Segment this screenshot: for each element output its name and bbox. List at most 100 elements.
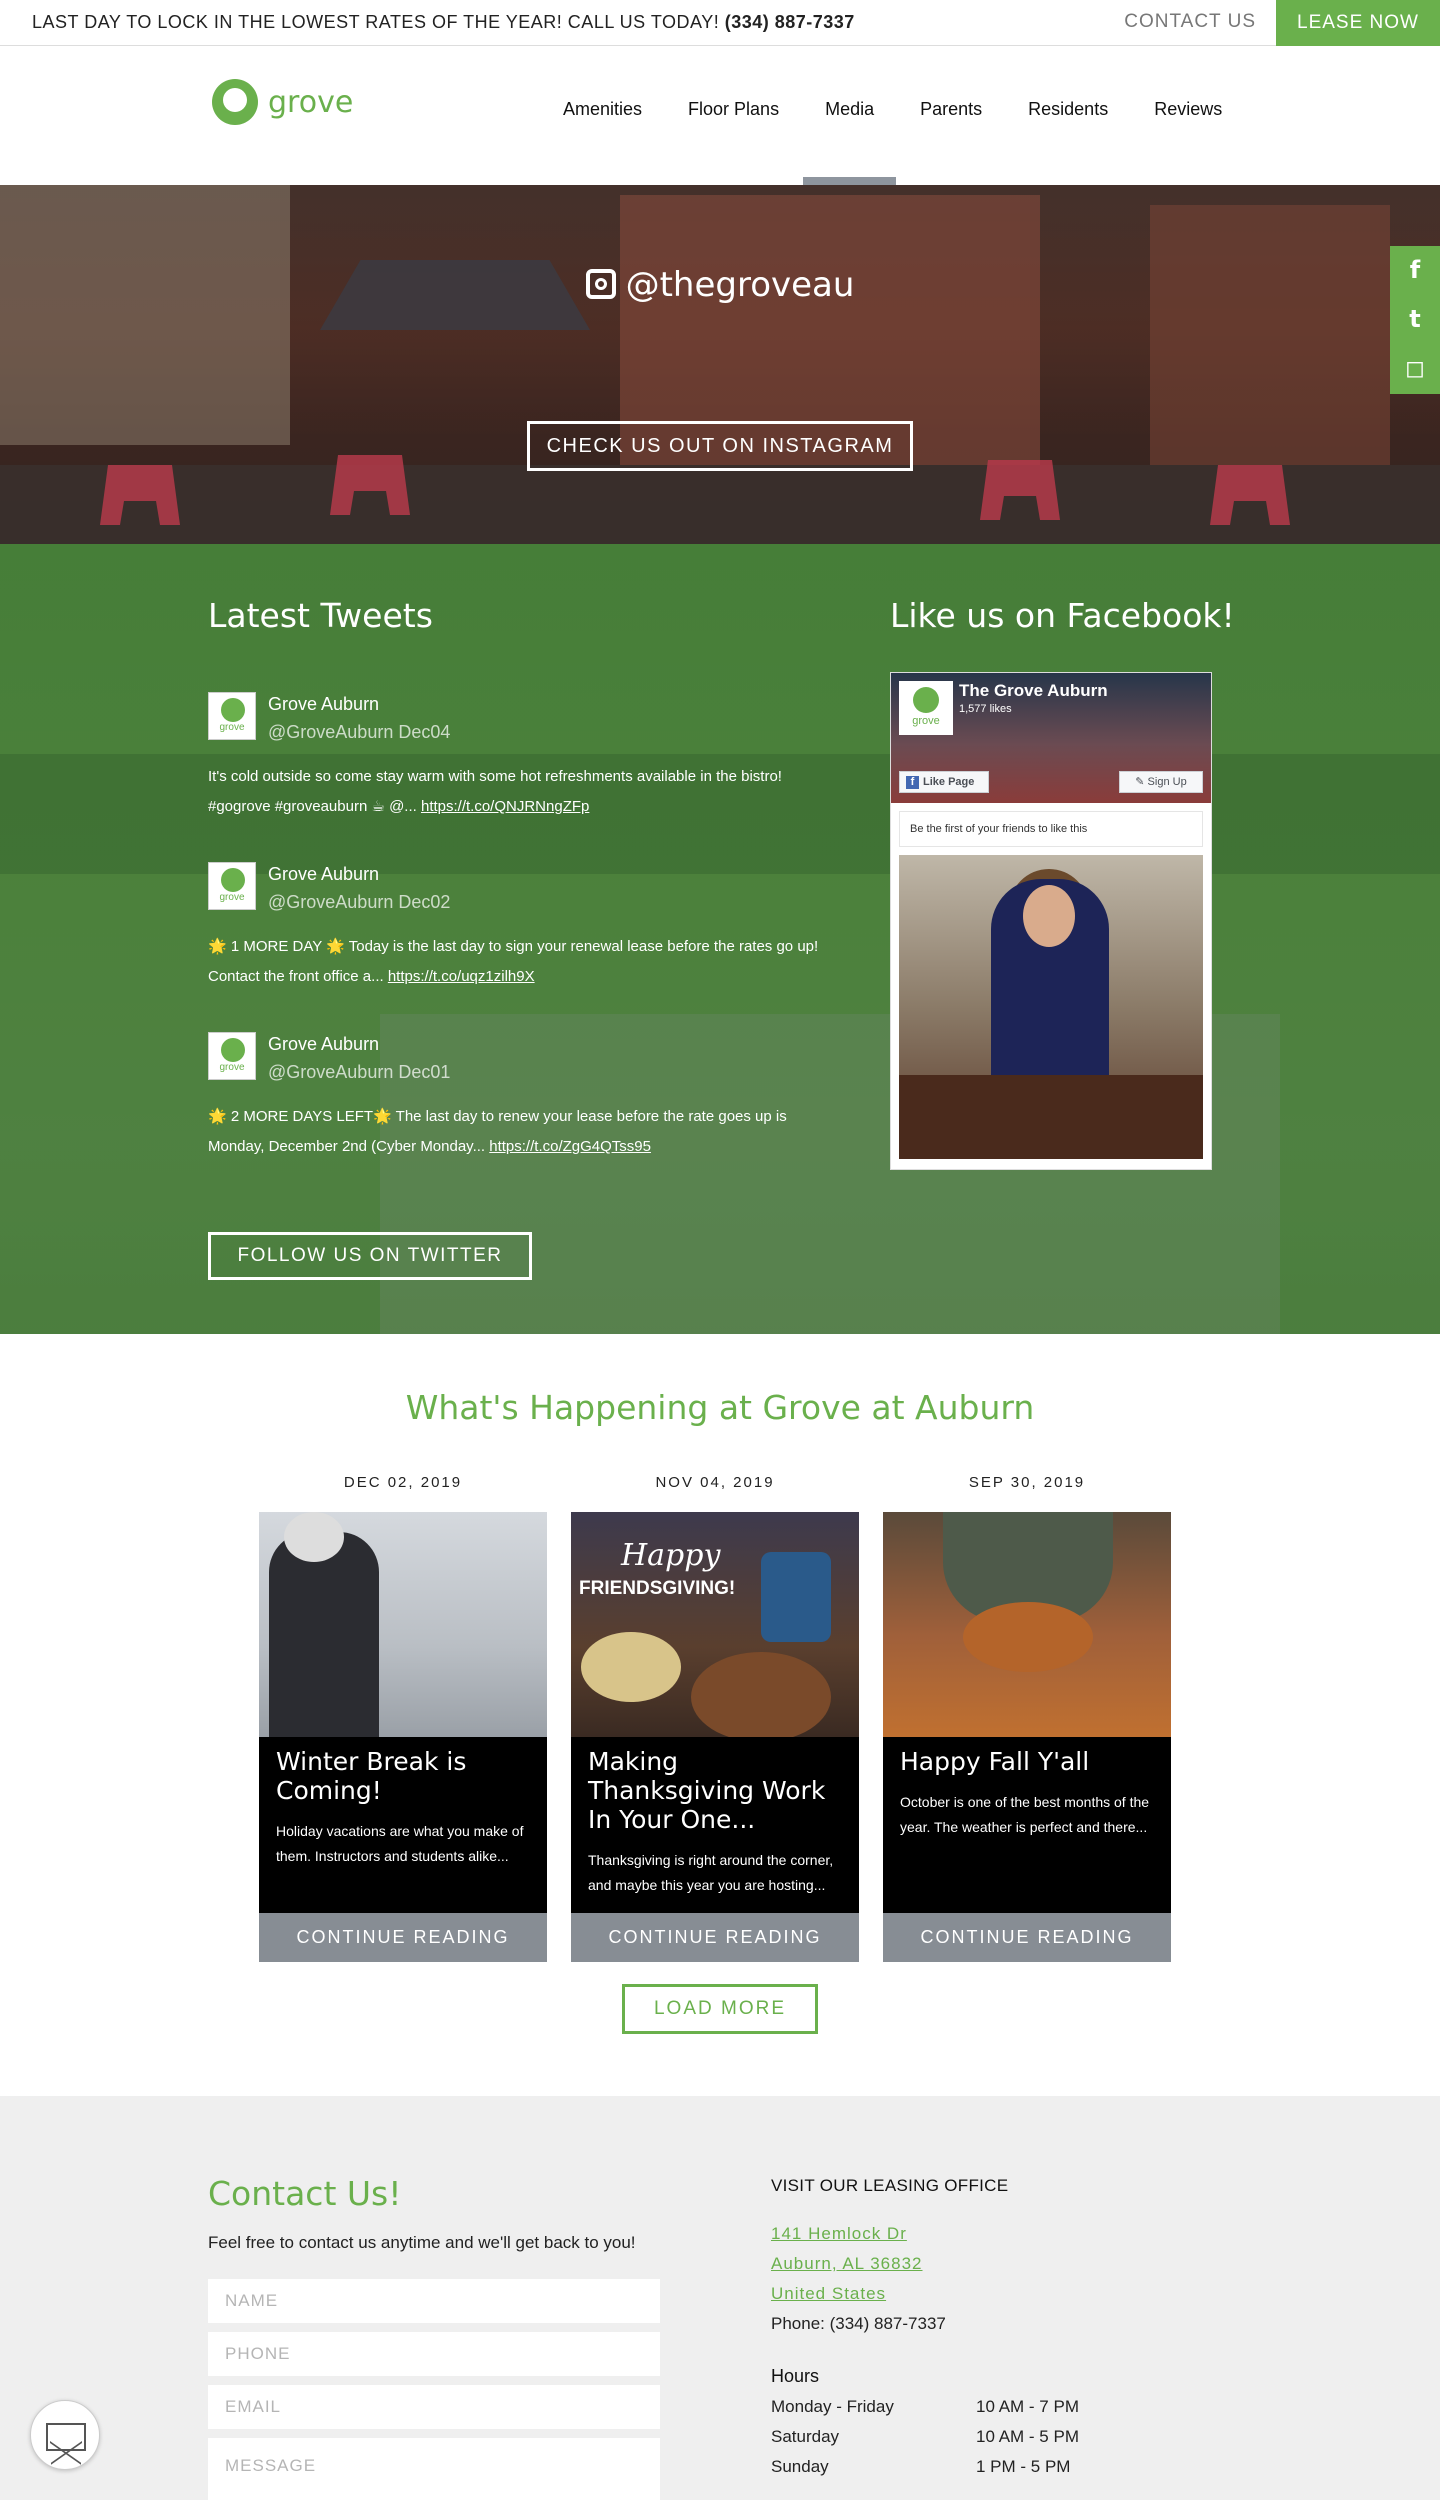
- tweet-text-line2: #gogrove #groveauburn ☕ @...: [208, 798, 417, 815]
- site-header: grove Amenities Floor Plans Media Parent…: [0, 47, 1440, 185]
- instagram-icon[interactable]: ◻: [1390, 344, 1440, 393]
- contact-description: Feel free to contact us anytime and we'l…: [208, 2233, 636, 2252]
- continue-reading-button[interactable]: CONTINUE READING: [571, 1913, 859, 1962]
- image-friendsgiving-text: FRIENDSGIVING!: [579, 1578, 736, 1599]
- facebook-post-photo[interactable]: [899, 855, 1203, 1159]
- nav-media[interactable]: Media: [803, 99, 897, 185]
- photo-table: [899, 1075, 1203, 1159]
- nav-reviews[interactable]: Reviews: [1154, 99, 1222, 185]
- instagram-handle-text: @thegroveau: [625, 265, 855, 305]
- tweet-author[interactable]: Grove Auburn: [268, 864, 379, 885]
- facebook-widget: The Grove Auburn 1,577 likes Like Page ✎…: [890, 672, 1212, 1170]
- follow-twitter-button[interactable]: FOLLOW US ON TWITTER: [208, 1232, 532, 1280]
- tweet-text-line2: Contact the front office a...: [208, 968, 384, 985]
- post-body: Making Thanksgiving Work In Your One... …: [571, 1737, 859, 1913]
- post-excerpt: Thanksgiving is right around the corner,…: [588, 1852, 834, 1893]
- promo-phone[interactable]: (334) 887-7337: [725, 12, 855, 32]
- facebook-signup-button[interactable]: ✎ Sign Up: [1119, 771, 1203, 793]
- facebook-page-name[interactable]: The Grove Auburn: [959, 681, 1108, 701]
- tweet-handle[interactable]: @GroveAuburn Dec04: [268, 722, 450, 743]
- address-line-3[interactable]: United States: [771, 2284, 886, 2304]
- tweet-handle[interactable]: @GroveAuburn Dec02: [268, 892, 450, 913]
- lease-now-button[interactable]: LEASE NOW: [1276, 0, 1440, 46]
- social-feed-section: Latest Tweets Grove Auburn @GroveAuburn …: [0, 544, 1440, 1334]
- post-image[interactable]: [883, 1512, 1171, 1737]
- photo-face: [1023, 885, 1075, 947]
- tweet-avatar[interactable]: [208, 692, 256, 740]
- tweet-avatar[interactable]: [208, 1032, 256, 1080]
- post-date: SEP 30, 2019: [968, 1474, 1086, 1491]
- phone-field[interactable]: PHONE: [208, 2332, 660, 2376]
- nav-amenities[interactable]: Amenities: [563, 99, 642, 185]
- twitter-icon[interactable]: t: [1390, 295, 1440, 344]
- logo-text: grove: [268, 85, 354, 120]
- facebook-icon[interactable]: f: [1390, 246, 1440, 295]
- image-bowl: [581, 1632, 681, 1702]
- nav-floor-plans[interactable]: Floor Plans: [688, 99, 779, 185]
- blog-card[interactable]: SEP 30, 2019 Happy Fall Y'all October is…: [883, 1474, 1171, 1962]
- image-figure: [269, 1532, 379, 1737]
- post-excerpt: October is one of the best months of the…: [900, 1794, 1150, 1835]
- email-field[interactable]: EMAIL: [208, 2385, 660, 2429]
- message-field[interactable]: MESSAGE: [208, 2438, 660, 2500]
- announcement-bar: LAST DAY TO LOCK IN THE LOWEST RATES OF …: [0, 0, 1440, 46]
- post-image[interactable]: Happy FRIENDSGIVING!: [571, 1512, 859, 1737]
- post-date: DEC 02, 2019: [343, 1474, 463, 1491]
- hours-days: Sunday: [771, 2457, 829, 2476]
- mail-chat-button[interactable]: [30, 2400, 100, 2470]
- nav-residents[interactable]: Residents: [1028, 99, 1108, 185]
- facebook-like-button[interactable]: Like Page: [899, 771, 989, 793]
- post-title[interactable]: Winter Break is Coming!: [276, 1747, 530, 1805]
- continue-reading-button[interactable]: CONTINUE READING: [259, 1913, 547, 1962]
- blog-card[interactable]: NOV 04, 2019 Happy FRIENDSGIVING! Making…: [571, 1474, 859, 1962]
- tweet-text-line2: Monday, December 2nd (Cyber Monday...: [208, 1138, 486, 1155]
- tweet-text: 🌟 1 MORE DAY 🌟 Today is the last day to …: [208, 932, 848, 992]
- contact-us-link[interactable]: CONTACT US: [1124, 11, 1256, 33]
- social-sidebar: f t ◻: [1390, 246, 1440, 394]
- contact-title: Contact Us!: [208, 2174, 402, 2213]
- load-more-button[interactable]: LOAD MORE: [622, 1984, 818, 2034]
- tweet-link[interactable]: https://t.co/QNJRNngZFp: [421, 798, 589, 815]
- address-line-2[interactable]: Auburn, AL 36832: [771, 2254, 923, 2274]
- tweet-author[interactable]: Grove Auburn: [268, 694, 379, 715]
- post-date: NOV 04, 2019: [655, 1474, 775, 1491]
- grove-logo[interactable]: grove: [212, 79, 354, 129]
- post-title[interactable]: Happy Fall Y'all: [900, 1747, 1154, 1776]
- office-phone: Phone: (334) 887-7337: [771, 2314, 946, 2333]
- continue-reading-button[interactable]: CONTINUE READING: [883, 1913, 1171, 1962]
- name-field[interactable]: NAME: [208, 2279, 660, 2323]
- envelope-icon: [46, 2423, 86, 2451]
- hero-building-right: [1150, 205, 1390, 465]
- facebook-cover[interactable]: The Grove Auburn 1,577 likes Like Page ✎…: [891, 673, 1211, 803]
- tweet-avatar[interactable]: [208, 862, 256, 910]
- facebook-heading: Like us on Facebook!: [890, 596, 1235, 635]
- hours-days: Monday - Friday: [771, 2397, 894, 2416]
- image-happy-text: Happy: [621, 1538, 721, 1573]
- image-hat: [284, 1512, 344, 1562]
- blog-card[interactable]: DEC 02, 2019 Winter Break is Coming! Hol…: [259, 1474, 547, 1962]
- instagram-handle[interactable]: @thegroveau: [0, 265, 1440, 305]
- tweet-author[interactable]: Grove Auburn: [268, 1034, 379, 1055]
- image-glass: [761, 1552, 831, 1642]
- tweet-link[interactable]: https://t.co/ZgG4QTss95: [489, 1138, 651, 1155]
- instagram-button[interactable]: CHECK US OUT ON INSTAGRAM: [527, 421, 913, 471]
- hours-title: Hours: [771, 2366, 820, 2386]
- post-title[interactable]: Making Thanksgiving Work In Your One...: [588, 1747, 842, 1834]
- instagram-hero: @thegroveau CHECK US OUT ON INSTAGRAM: [0, 185, 1440, 544]
- tweet-text-line1: 🌟 2 MORE DAYS LEFT🌟 The last day to rene…: [208, 1108, 787, 1125]
- tweet-item: Grove Auburn @GroveAuburn Dec02 🌟 1 MORE…: [208, 862, 848, 992]
- contact-section: Contact Us! Feel free to contact us anyt…: [0, 2096, 1440, 2500]
- facebook-likes: 1,577 likes: [959, 703, 1012, 715]
- main-nav: Amenities Floor Plans Media Parents Resi…: [540, 99, 1245, 185]
- facebook-page-logo[interactable]: [899, 681, 953, 735]
- address-line-1[interactable]: 141 Hemlock Dr: [771, 2224, 907, 2244]
- tweet-link[interactable]: https://t.co/uqz1zilh9X: [388, 968, 535, 985]
- tree-logo-icon: [212, 79, 258, 125]
- promo-message: LAST DAY TO LOCK IN THE LOWEST RATES OF …: [32, 12, 720, 32]
- post-image[interactable]: [259, 1512, 547, 1737]
- tweet-text-line1: 🌟 1 MORE DAY 🌟 Today is the last day to …: [208, 938, 819, 955]
- nav-parents[interactable]: Parents: [920, 99, 982, 185]
- latest-tweets-heading: Latest Tweets: [208, 596, 433, 635]
- tweet-handle[interactable]: @GroveAuburn Dec01: [268, 1062, 450, 1083]
- tweet-item: Grove Auburn @GroveAuburn Dec01 🌟 2 MORE…: [208, 1032, 848, 1162]
